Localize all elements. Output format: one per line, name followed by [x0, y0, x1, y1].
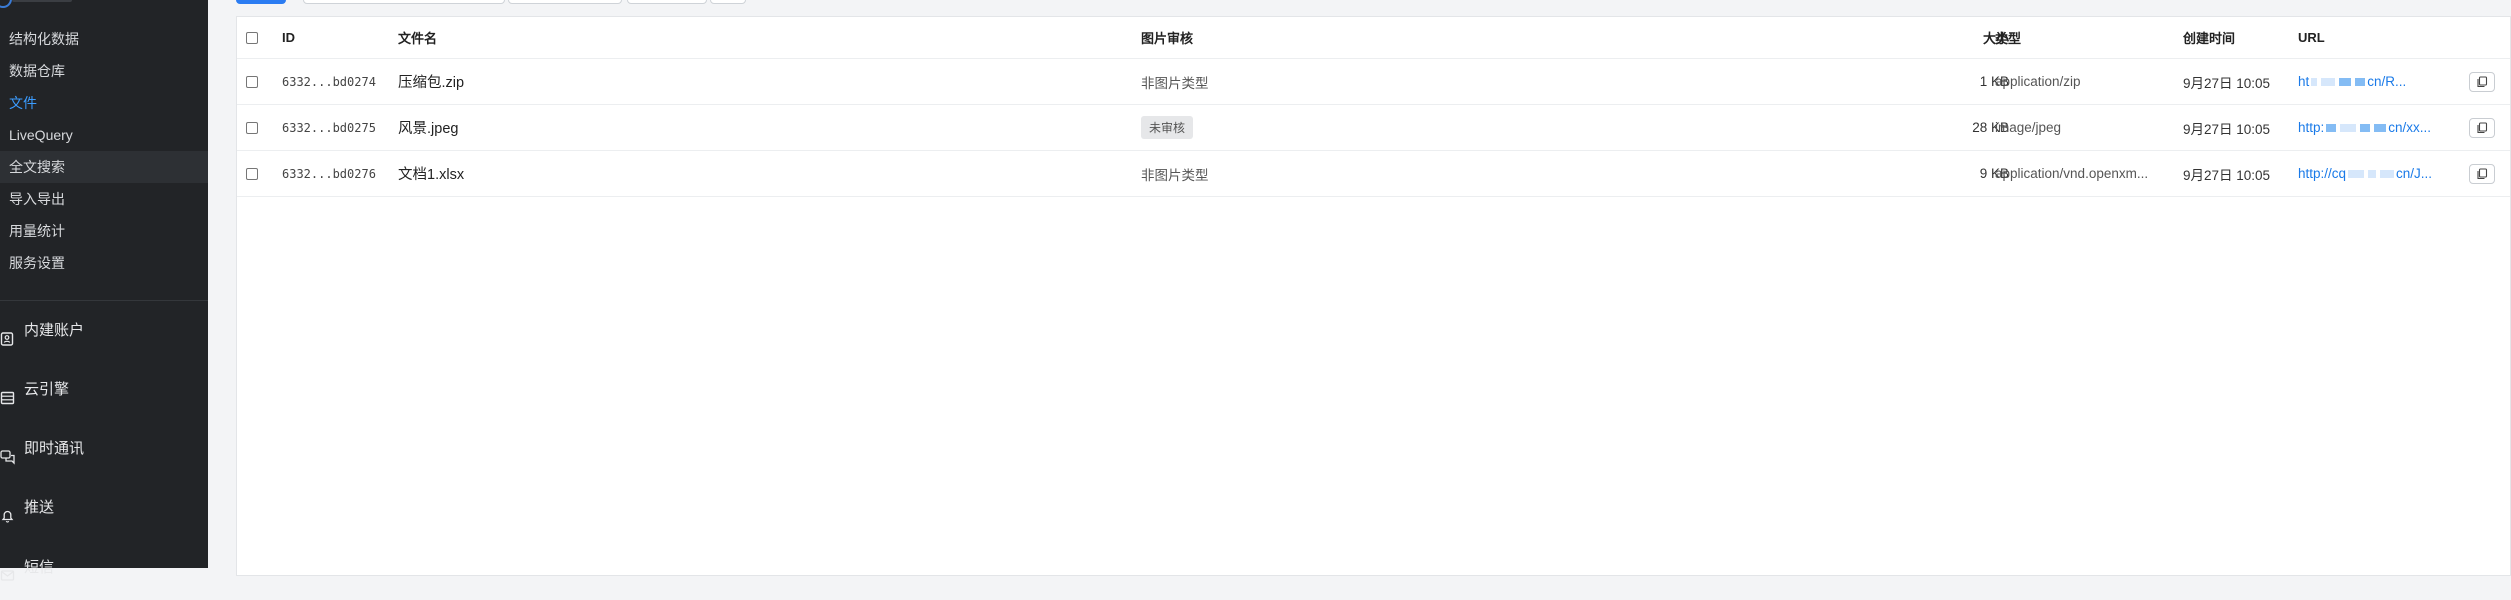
- copy-icon: [2477, 121, 2488, 133]
- sidebar-item-sms[interactable]: 短信: [0, 548, 208, 588]
- select-all-checkbox[interactable]: [246, 31, 258, 44]
- row-checkbox[interactable]: [246, 121, 258, 134]
- message-icon: [0, 560, 16, 581]
- primary-action-button[interactable]: [236, 0, 286, 4]
- file-type: application/vnd.openxm...: [1995, 166, 2149, 181]
- copy-cell: [2469, 151, 2499, 196]
- audit-status-badge: 未审核: [1141, 116, 1194, 139]
- copy-icon: [2477, 167, 2488, 179]
- sidebar-item-livequery[interactable]: LiveQuery: [0, 119, 208, 151]
- table-row: 6332...bd0274 压缩包.zip 非图片类型 1 KB applica…: [237, 59, 2510, 105]
- url-start: ht: [2298, 74, 2310, 89]
- copy-url-button[interactable]: [2469, 117, 2495, 138]
- url-end: cn/R...: [2367, 74, 2407, 89]
- url-end: cn/xx...: [2388, 120, 2432, 135]
- row-select-cell: [246, 151, 264, 196]
- file-url-link[interactable]: http://cq cn/J...: [2298, 151, 2463, 196]
- copy-url-button[interactable]: [2469, 71, 2495, 92]
- image-audit-status: 非图片类型: [1141, 75, 1209, 91]
- sidebar-item-label: 短信: [24, 559, 55, 576]
- select-all-cell: [246, 17, 264, 58]
- url-start: http:: [2298, 120, 2325, 135]
- file-type: application/zip: [1995, 74, 2081, 89]
- file-name: 风景.jpeg: [398, 121, 459, 137]
- file-name: 压缩包.zip: [398, 75, 465, 91]
- server-icon: [0, 382, 16, 405]
- redacted-text: [2355, 77, 2366, 86]
- url-start: http://cq: [2298, 166, 2347, 181]
- table-row: 6332...bd0275 风景.jpeg 未审核 28 KB image/jp…: [237, 105, 2510, 151]
- redacted-text: [2321, 77, 2336, 86]
- filter-select[interactable]: [508, 0, 622, 4]
- bell-icon: [0, 500, 16, 523]
- redacted-text: [2326, 123, 2337, 132]
- column-header-image-audit[interactable]: 图片审核: [1141, 17, 1441, 58]
- copy-icon: [2477, 75, 2488, 87]
- image-audit-status: 非图片类型: [1141, 167, 1209, 183]
- sidebar-item-fulltext-search[interactable]: 全文搜索: [0, 151, 208, 183]
- sidebar-item-label: 云引擎: [24, 381, 70, 398]
- sidebar-item-label: 即时通讯: [24, 440, 85, 457]
- redacted-text: [2339, 77, 2352, 86]
- copy-cell: [2469, 105, 2499, 150]
- sidebar-item-files[interactable]: 文件: [0, 87, 208, 119]
- file-name: 文档1.xlsx: [398, 167, 465, 183]
- redacted-text: [2380, 169, 2395, 178]
- table-header: ID 文件名 图片审核 大小 类型 创建时间 URL: [237, 17, 2510, 59]
- file-id: 6332...bd0274: [282, 74, 376, 89]
- files-table: ID 文件名 图片审核 大小 类型 创建时间 URL 6332...bd0274…: [236, 16, 2511, 576]
- toolbar-more-button[interactable]: [710, 0, 746, 4]
- redacted-text: [2348, 169, 2365, 178]
- table-row: 6332...bd0276 文档1.xlsx 非图片类型 9 KB applic…: [237, 151, 2510, 197]
- file-url-link[interactable]: ht cn/R...: [2298, 59, 2463, 104]
- sidebar-item-label: 推送: [24, 499, 55, 516]
- sidebar-item-service-settings[interactable]: 服务设置: [0, 247, 208, 279]
- sidebar-item-usage-stats[interactable]: 用量统计: [0, 215, 208, 247]
- row-select-cell: [246, 59, 264, 104]
- column-header-filename[interactable]: 文件名: [398, 17, 698, 58]
- file-url-link[interactable]: http: cn/xx...: [2298, 105, 2463, 150]
- redacted-text: [2311, 77, 2318, 86]
- sidebar-item-instant-messaging[interactable]: 即时通讯: [0, 429, 208, 469]
- sidebar-item-import-export[interactable]: 导入导出: [0, 183, 208, 215]
- copy-url-button[interactable]: [2469, 163, 2495, 184]
- file-id: 6332...bd0275: [282, 120, 376, 135]
- row-checkbox[interactable]: [246, 75, 258, 88]
- sidebar-divider: [0, 300, 208, 301]
- row-select-cell: [246, 105, 264, 150]
- logo-icon: [0, 0, 12, 8]
- redacted-text: [2340, 123, 2357, 132]
- toolbar-button[interactable]: [627, 0, 707, 4]
- column-header-id[interactable]: ID: [282, 17, 392, 58]
- search-input[interactable]: [303, 0, 505, 4]
- copy-cell: [2469, 59, 2499, 104]
- sidebar-item-structured-data[interactable]: 结构化数据: [0, 23, 208, 55]
- sidebar: 结构化数据 数据仓库 文件 LiveQuery 全文搜索 导入导出 用量统计 服…: [0, 0, 208, 581]
- chat-icon: [0, 441, 16, 465]
- redacted-text: [2360, 123, 2371, 132]
- app-name: [12, 0, 72, 2]
- sidebar-item-builtin-accounts[interactable]: 内建账户: [0, 311, 208, 351]
- row-checkbox[interactable]: [246, 167, 258, 180]
- redacted-text: [2374, 123, 2387, 132]
- contact-card-icon: [0, 323, 16, 346]
- sidebar-item-push[interactable]: 推送: [0, 488, 208, 528]
- redacted-text: [2368, 169, 2377, 178]
- sidebar-item-data-warehouse[interactable]: 数据仓库: [0, 55, 208, 87]
- sidebar-item-cloud-engine[interactable]: 云引擎: [0, 370, 208, 410]
- image-audit-cell: 未审核: [1141, 105, 1441, 150]
- sidebar-item-label: 内建账户: [24, 322, 85, 339]
- url-end: cn/J...: [2396, 166, 2433, 181]
- column-header-type[interactable]: 类型: [1995, 17, 2170, 58]
- file-type: image/jpeg: [1995, 120, 2062, 135]
- column-header-url[interactable]: URL: [2298, 17, 2463, 58]
- file-id: 6332...bd0276: [282, 166, 376, 181]
